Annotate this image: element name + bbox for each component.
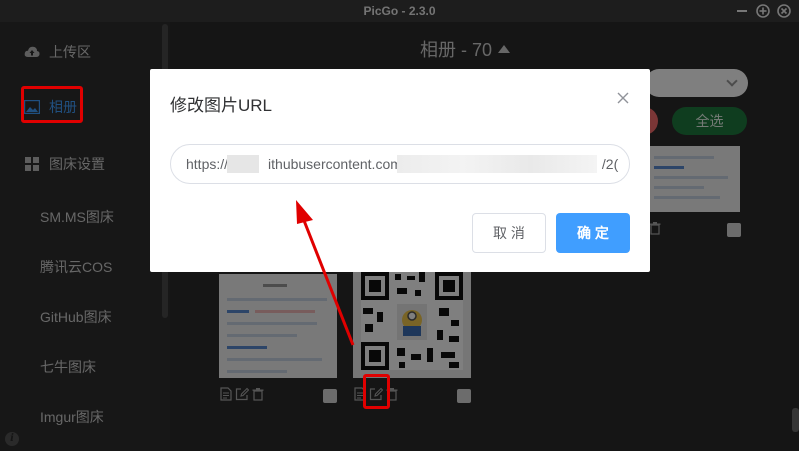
url-middle-text: ithubusercontent.com <box>268 156 402 172</box>
url-prefix-text: https:// <box>186 156 229 172</box>
highlight-gallery-annotation <box>21 86 83 123</box>
dialog-title: 修改图片URL <box>170 96 273 115</box>
edit-url-dialog: 修改图片URL https://ithubusercontent.com/2( … <box>150 69 650 272</box>
highlight-edit-annotation <box>363 374 390 409</box>
redacted-region <box>227 155 259 173</box>
redacted-region <box>397 155 597 173</box>
close-icon[interactable] <box>616 91 630 105</box>
confirm-button[interactable]: 确 定 <box>556 213 630 253</box>
url-input[interactable]: https:// ithubusercontent.com/2( <box>170 144 630 184</box>
cancel-button[interactable]: 取 消 <box>472 213 546 253</box>
url-suffix-text: /2( <box>601 156 619 172</box>
